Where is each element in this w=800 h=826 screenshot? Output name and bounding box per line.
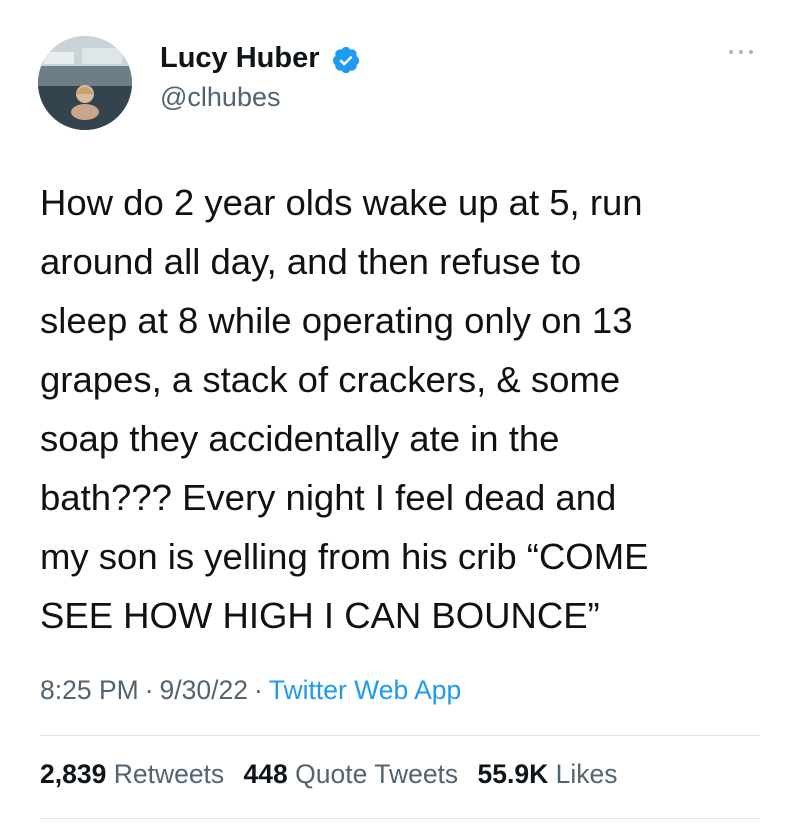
tweet-metadata: 8:25 PM · 9/30/22 · Twitter Web App (40, 675, 461, 706)
author-name[interactable]: Lucy Huber (160, 42, 320, 75)
separator-dot: · (253, 675, 263, 705)
likes-stat[interactable]: 55.9K Likes (478, 759, 618, 789)
retweets-label: Retweets (113, 759, 225, 789)
tweet-source-link[interactable]: Twitter Web App (269, 675, 461, 705)
tweet-text: How do 2 year olds wake up at 5, run aro… (40, 182, 649, 636)
quote-tweets-stat[interactable]: 448 Quote Tweets (244, 759, 459, 789)
tweet-time[interactable]: 8:25 PM (40, 675, 139, 705)
likes-label: Likes (555, 759, 618, 789)
retweets-count: 2,839 (40, 759, 107, 789)
avatar[interactable] (38, 36, 132, 130)
tweet-stats: 2,839 Retweets 448 Quote Tweets 55.9K Li… (40, 759, 630, 790)
quote-tweets-count: 448 (243, 759, 288, 789)
more-options-icon[interactable] (726, 42, 756, 62)
divider (40, 735, 760, 736)
divider (40, 818, 760, 819)
likes-count: 55.9K (477, 759, 549, 789)
quote-tweets-label: Quote Tweets (295, 759, 459, 789)
verified-badge-icon (332, 46, 360, 74)
retweets-stat[interactable]: 2,839 Retweets (40, 759, 224, 789)
avatar-photo (38, 36, 132, 130)
tweet-card: Lucy Huber @clhubes How do 2 year olds w… (0, 0, 800, 826)
author-handle[interactable]: @clhubes (160, 82, 280, 113)
tweet-date[interactable]: 9/30/22 (160, 675, 248, 705)
separator-dot: · (144, 675, 154, 705)
